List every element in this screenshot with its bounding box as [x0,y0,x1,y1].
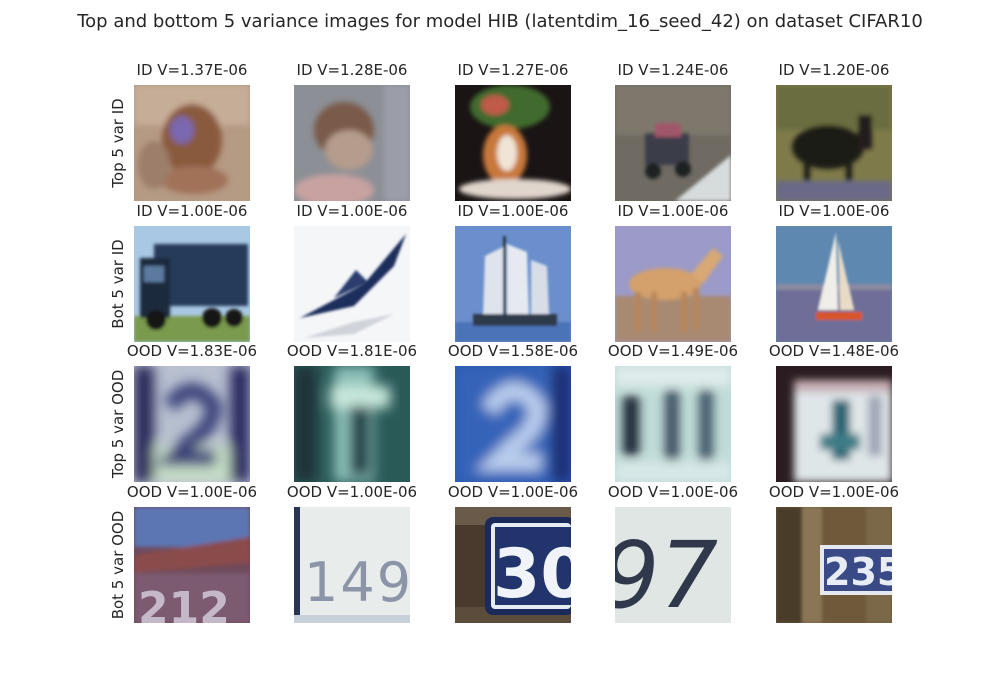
sailboat-thumbnail [776,226,892,342]
house-number-glyphs: 149 [304,551,410,614]
blurry-house-number-thumbnail [776,366,892,482]
house-number-glyphs: 235 [824,550,892,594]
sailing-ship-thumbnail [455,226,571,342]
dog-with-plant-thumbnail [455,85,571,201]
variance-label: ID V=1.00E-06 [778,202,890,220]
airplane-thumbnail [294,226,410,342]
row-label-bot-id: Bot 5 var ID [108,226,128,342]
deer-leaping-thumbnail [134,85,250,201]
row-label-bot-ood: Bot 5 var OOD [108,507,128,623]
horse-thumbnail [615,226,731,342]
jeep-thumbnail [615,85,731,201]
house-number-97-thumbnail: 97 [615,507,731,623]
variance-label: ID V=1.20E-06 [778,61,890,79]
bird-thumbnail [294,85,410,201]
variance-label: OOD V=1.48E-06 [768,342,900,360]
row-label-text: Top 5 var ID [109,98,127,188]
house-number-235-thumbnail: 235 [776,507,892,623]
row-label-top-ood: Top 5 var OOD [108,366,128,482]
row-label-text: Top 5 var OOD [109,369,127,479]
blurry-house-number-thumbnail [134,366,250,482]
blurry-house-number-thumbnail [455,366,571,482]
deer-standing-thumbnail [776,85,892,201]
house-number-149-thumbnail: 149 [294,507,410,623]
variance-label: OOD V=1.00E-06 [768,483,900,501]
truck-thumbnail [134,226,250,342]
row-label-top-id: Top 5 var ID [108,85,128,201]
house-number-glyphs: 212 [138,583,230,623]
row-label-text: Bot 5 var OOD [109,510,127,620]
house-number-glyphs: 97 [615,522,718,623]
house-number-212-thumbnail: 212 [134,507,250,623]
row-label-text: Bot 5 var ID [109,239,127,329]
figure-title: Top and bottom 5 variance images for mod… [77,11,923,32]
house-number-glyphs: 30 [493,535,571,614]
house-number-30-thumbnail: 30 [455,507,571,623]
blurry-house-number-thumbnail [615,366,731,482]
blurry-house-number-thumbnail [294,366,410,482]
